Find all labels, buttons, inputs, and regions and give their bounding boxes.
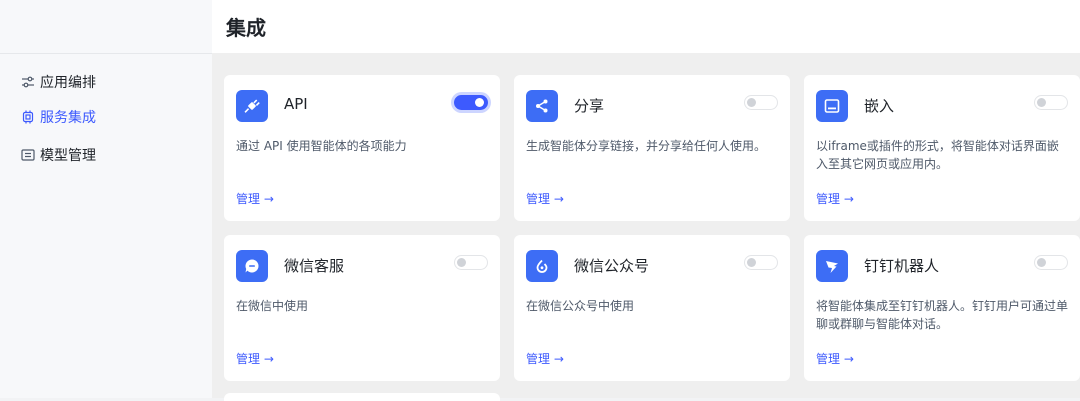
- card-title: 分享: [574, 97, 605, 115]
- share-toggle[interactable]: [744, 95, 778, 110]
- toggle-knob: [1037, 258, 1046, 267]
- card-description: 通过 API 使用智能体的各项能力: [236, 139, 407, 153]
- sidebar-item-model-management[interactable]: 模型管理: [20, 144, 96, 166]
- card-title: 微信公众号: [574, 257, 650, 275]
- manage-link[interactable]: 管理 →: [526, 350, 564, 367]
- manage-link[interactable]: 管理 →: [526, 190, 564, 207]
- card-description: 以iframe或插件的形式，将智能体对话界面嵌入至其它网页或应用内。: [816, 139, 1059, 171]
- card-description: 将智能体集成至钉钉机器人。钉钉用户可通过单聊或群聊与智能体对话。: [816, 299, 1069, 331]
- manage-link[interactable]: 管理 →: [236, 350, 274, 367]
- toggle-knob: [1037, 98, 1046, 107]
- page-title: 集成: [226, 16, 266, 40]
- toggle-knob: [475, 98, 484, 107]
- manage-link[interactable]: 管理 →: [816, 350, 854, 367]
- sidebar-item-label: 服务集成: [40, 110, 96, 126]
- sidebar-item-app-orchestration[interactable]: 应用编排: [20, 71, 96, 93]
- sidebar-item-service-integration[interactable]: 服务集成: [20, 106, 96, 128]
- toggle-knob: [747, 258, 756, 267]
- card-description: 在微信公众号中使用: [526, 299, 635, 313]
- integration-card-embed: 嵌入 以iframe或插件的形式，将智能体对话界面嵌入至其它网页或应用内。 管理…: [804, 75, 1080, 221]
- card-title: API: [284, 95, 308, 113]
- integration-card-dingtalk: 钉钉机器人 将智能体集成至钉钉机器人。钉钉用户可通过单聊或群聊与智能体对话。 管…: [804, 235, 1080, 381]
- integration-card-api: API 通过 API 使用智能体的各项能力 管理 →: [224, 75, 500, 221]
- embed-icon: [816, 90, 848, 122]
- card-title: 微信客服: [284, 257, 345, 275]
- card-title: 钉钉机器人: [864, 257, 940, 275]
- sidebar-item-label: 模型管理: [40, 148, 96, 164]
- wechat-oa-toggle[interactable]: [744, 255, 778, 270]
- embed-toggle[interactable]: [1034, 95, 1068, 110]
- sidebar: 应用编排 服务集成 模型管理: [0, 0, 212, 398]
- manage-link[interactable]: 管理 →: [236, 190, 274, 207]
- sidebar-header: [0, 0, 212, 54]
- wechat-service-toggle[interactable]: [454, 255, 488, 270]
- wechat-oa-icon: [526, 250, 558, 282]
- toggle-knob: [747, 98, 756, 107]
- dingtalk-toggle[interactable]: [1034, 255, 1068, 270]
- integration-card-share: 分享 生成智能体分享链接，并分享给任何人使用。 管理 →: [514, 75, 790, 221]
- plug-icon: [236, 90, 268, 122]
- integration-card-wechat-service: 微信客服 在微信中使用 管理 →: [224, 235, 500, 381]
- chat-bubble-icon: [236, 250, 268, 282]
- chip-icon: [20, 109, 36, 125]
- integration-card-wechat-oa: 微信公众号 在微信公众号中使用 管理 →: [514, 235, 790, 381]
- toggle-knob: [457, 258, 466, 267]
- sidebar-item-label: 应用编排: [40, 75, 96, 91]
- api-toggle[interactable]: [454, 95, 488, 110]
- top-bar: [212, 0, 1080, 53]
- card-description: 生成智能体分享链接，并分享给任何人使用。: [526, 139, 767, 153]
- manage-link[interactable]: 管理 →: [816, 190, 854, 207]
- sliders-icon: [20, 74, 36, 90]
- share-icon: [526, 90, 558, 122]
- card-partial: [224, 393, 500, 401]
- card-title: 嵌入: [864, 97, 895, 115]
- model-icon: [20, 147, 36, 163]
- card-description: 在微信中使用: [236, 299, 309, 313]
- dingtalk-icon: [816, 250, 848, 282]
